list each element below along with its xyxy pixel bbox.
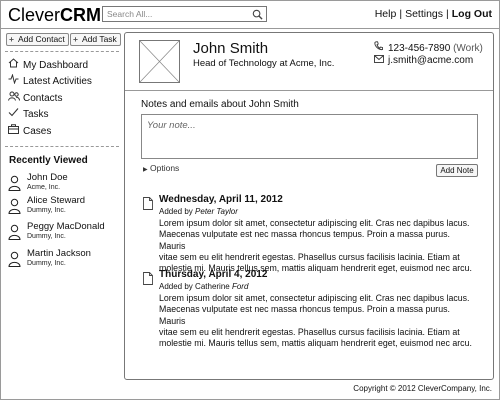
document-icon	[143, 272, 153, 285]
sidebar-item-dashboard[interactable]: My Dashboard	[8, 58, 88, 73]
plus-icon: +	[9, 34, 14, 44]
options-toggle[interactable]: ▶ Options	[143, 163, 179, 173]
person-icon	[8, 224, 21, 240]
phone-type: (Work)	[453, 43, 483, 54]
recent-contact-name: Peggy MacDonald	[27, 221, 105, 232]
search-placeholder: Search All...	[107, 9, 153, 19]
envelope-icon	[374, 55, 388, 66]
recently-viewed-title: Recently Viewed	[9, 155, 88, 166]
search-input[interactable]: Search All...	[102, 6, 267, 22]
contact-photo-placeholder	[139, 40, 180, 83]
add-task-button[interactable]: + Add Task	[70, 33, 121, 46]
add-note-button[interactable]: Add Note	[436, 164, 478, 177]
help-link[interactable]: Help	[375, 8, 397, 20]
note-textarea[interactable]: Your note...	[141, 114, 478, 159]
contact-email[interactable]: j.smith@acme.com	[374, 55, 473, 66]
person-icon	[8, 198, 21, 214]
logout-link[interactable]: Log Out	[452, 8, 492, 20]
sidebar-item-activities[interactable]: Latest Activities	[8, 73, 92, 89]
note-placeholder: Your note...	[147, 120, 196, 131]
sidebar-divider	[5, 146, 119, 147]
note-date: Thursday, April 4, 2012	[159, 269, 268, 280]
note-author: Added by Catherine Ford	[159, 282, 249, 291]
app-logo[interactable]: CleverCRM	[8, 4, 101, 26]
notes-section-title: Notes and emails about John Smith	[141, 99, 299, 110]
contact-divider	[125, 90, 493, 91]
sidebar-item-contacts[interactable]: Contacts	[8, 91, 62, 106]
contacts-icon	[8, 91, 23, 106]
note-author: Added by Peter Taylor	[159, 207, 238, 216]
recent-contact-company: Acme, Inc.	[27, 184, 61, 191]
note-body: Lorem ipsum dolor sit amet, consectetur …	[159, 218, 472, 274]
sidebar-divider	[5, 51, 119, 52]
checkmark-icon	[8, 107, 23, 122]
recent-contact-name: John Doe	[27, 172, 68, 183]
recent-contact-name: Martin Jackson	[27, 248, 91, 259]
sidebar-item-tasks[interactable]: Tasks	[8, 107, 49, 122]
sidebar-item-cases[interactable]: Cases	[8, 124, 51, 139]
recent-contact-company: Dummy, Inc.	[27, 260, 66, 267]
person-icon	[8, 175, 21, 191]
settings-link[interactable]: Settings	[405, 8, 443, 20]
link-separator: |	[399, 8, 403, 20]
add-contact-button[interactable]: + Add Contact	[6, 33, 69, 46]
recent-contact-company: Dummy, Inc.	[27, 207, 66, 214]
triangle-right-icon: ▶	[143, 167, 148, 173]
plus-icon: +	[73, 34, 78, 44]
home-icon	[8, 58, 23, 73]
recent-contact-name: Alice Steward	[27, 195, 86, 206]
note-body: Lorem ipsum dolor sit amet, consectetur …	[159, 293, 472, 349]
top-links: Help | Settings | Log Out	[375, 8, 492, 20]
contact-name: John Smith	[193, 40, 269, 57]
header-divider	[0, 28, 500, 29]
phone-icon	[374, 41, 388, 54]
contact-title: Head of Technology at Acme, Inc.	[193, 58, 335, 69]
briefcase-icon	[8, 124, 23, 139]
person-icon	[8, 251, 21, 267]
note-date: Wednesday, April 11, 2012	[159, 194, 283, 205]
contact-phone[interactable]: 123-456-7890 (Work)	[374, 41, 483, 54]
document-icon	[143, 197, 153, 210]
link-separator: |	[446, 8, 449, 20]
activity-icon	[8, 73, 23, 89]
search-icon[interactable]	[252, 9, 263, 20]
recent-contact-company: Dummy, Inc.	[27, 233, 66, 240]
footer-copyright: Copyright © 2012 CleverCompany, Inc.	[353, 384, 492, 393]
